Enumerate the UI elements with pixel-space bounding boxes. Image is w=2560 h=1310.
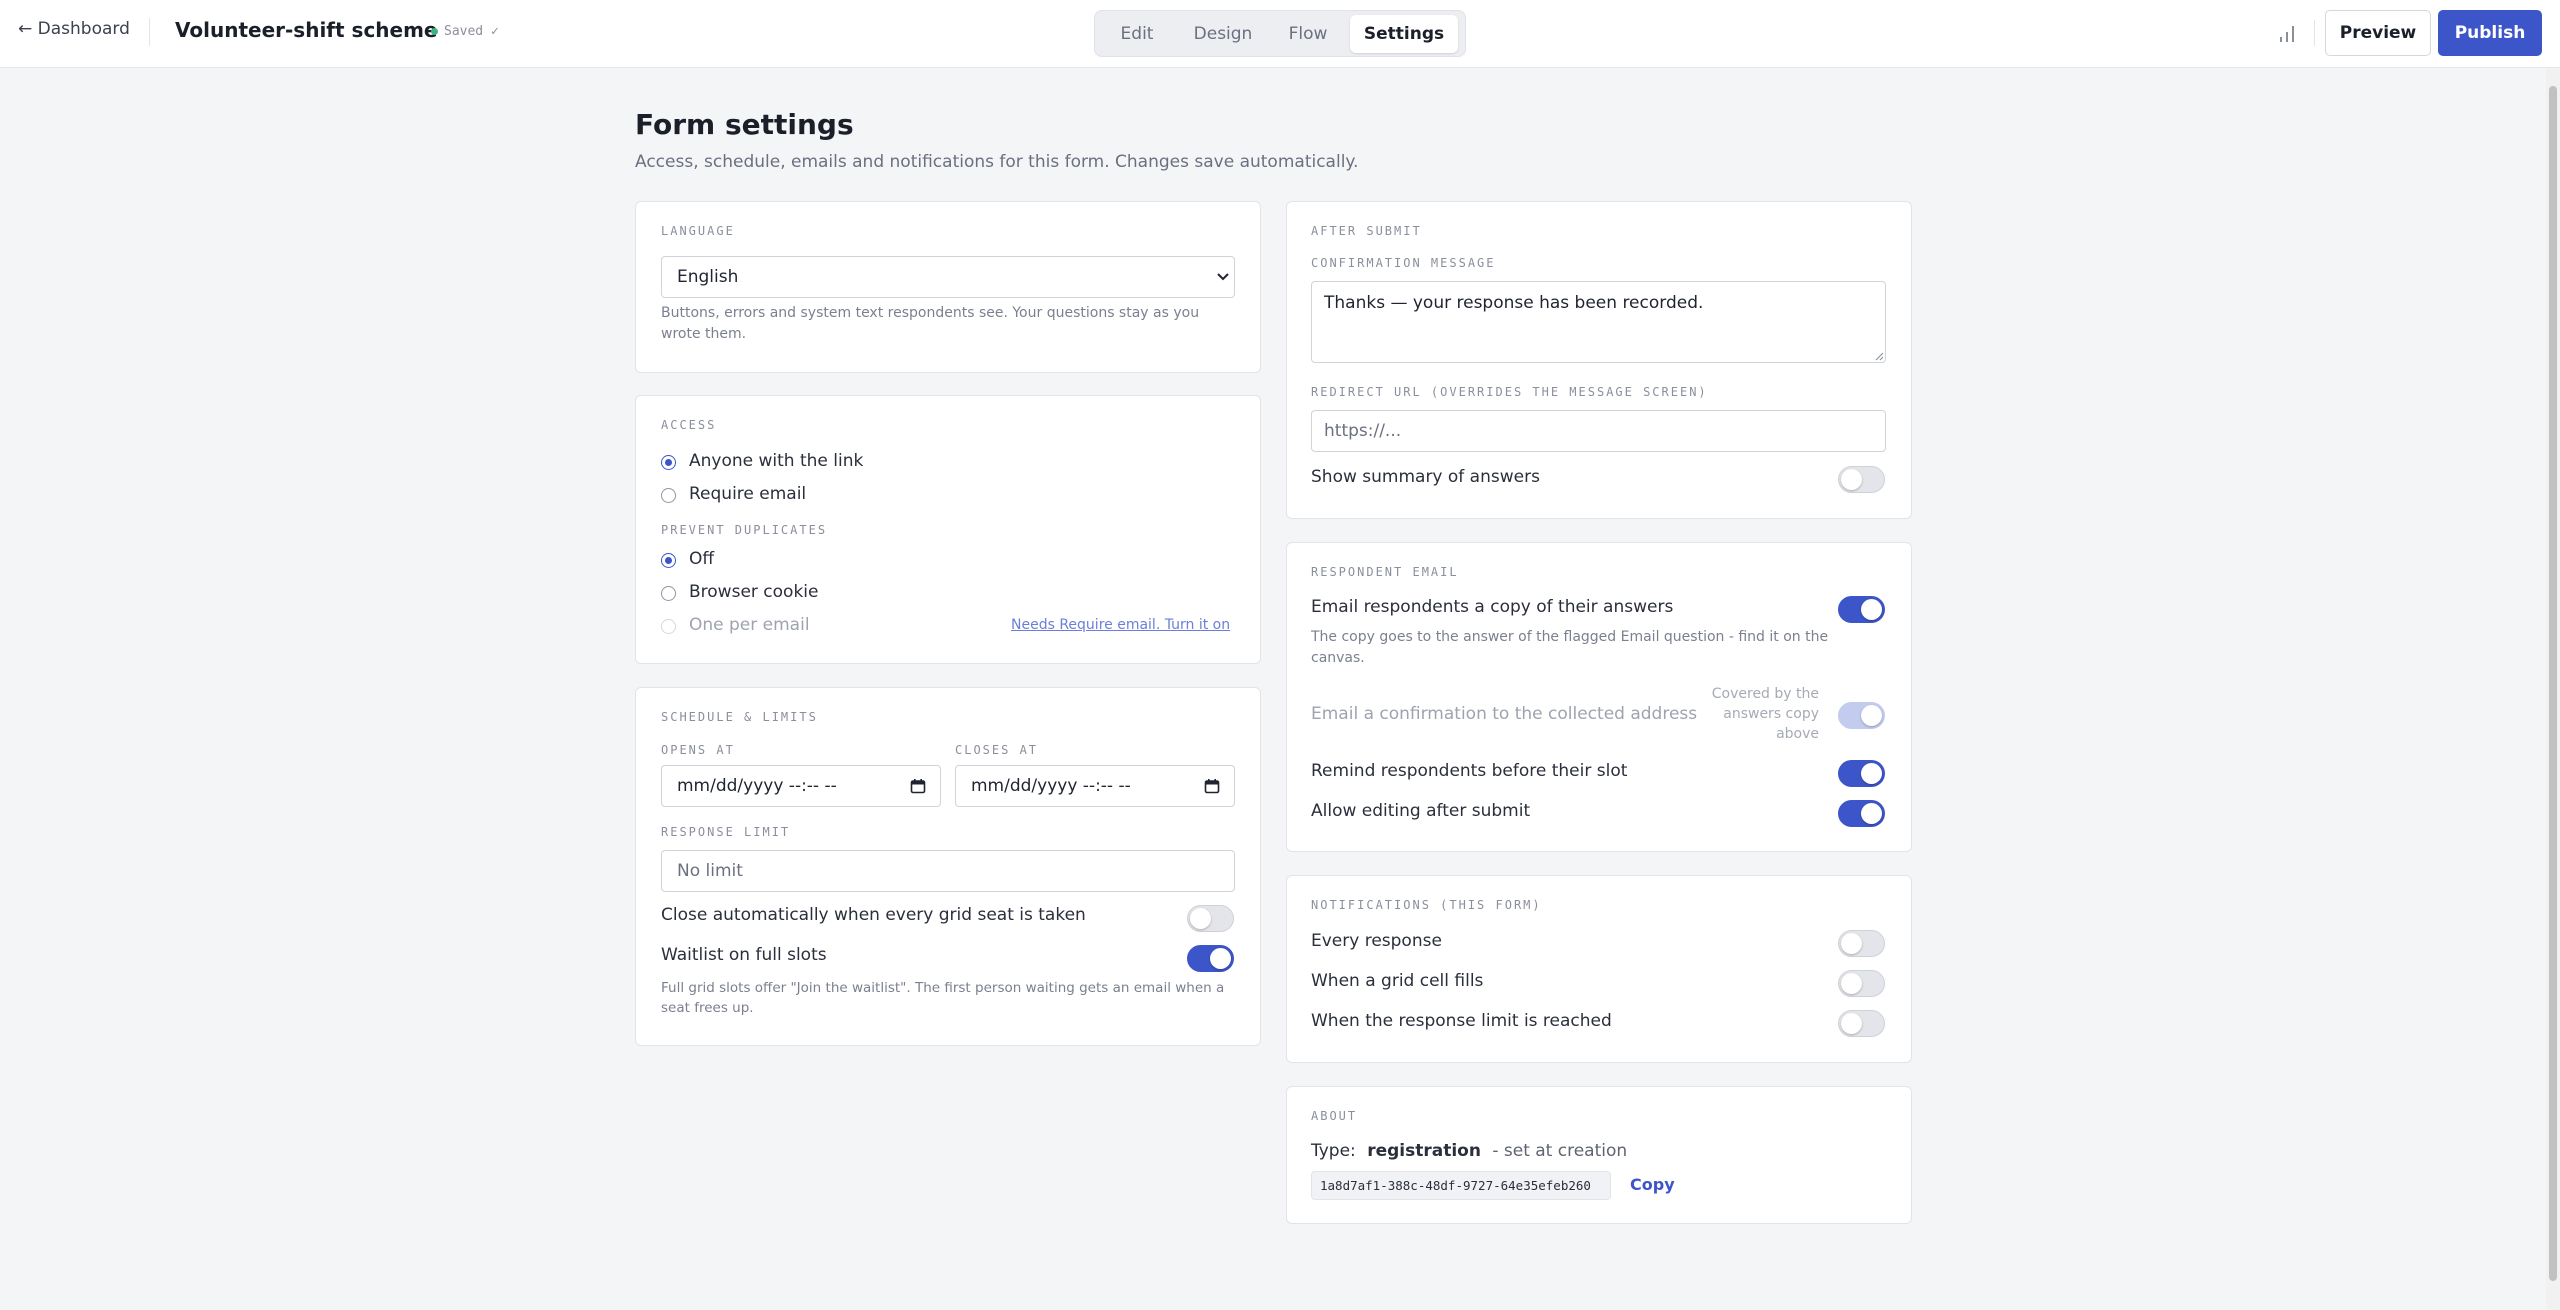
limit-reached-toggle[interactable] <box>1838 1010 1885 1037</box>
bar-chart-icon[interactable] <box>2277 22 2297 44</box>
access-card: ACCESS Anyone with the link Require emai… <box>635 395 1261 664</box>
form-title: Volunteer-shift scheme <box>175 18 438 42</box>
section-label: ACCESS <box>661 418 717 432</box>
summary-label: Show summary of answers <box>1311 467 1540 487</box>
note-line: Covered by the <box>1711 686 1819 702</box>
summary-toggle[interactable] <box>1838 466 1885 493</box>
note-line: above <box>1776 726 1819 742</box>
scrollbar-thumb[interactable] <box>2549 86 2557 1281</box>
field-label: OPENS AT <box>661 743 735 757</box>
schedule-card: SCHEDULE & LIMITS OPENS AT CLOSES AT mm/… <box>635 687 1261 1046</box>
calendar-icon[interactable] <box>910 778 926 794</box>
note-line: answers copy <box>1723 706 1819 722</box>
response-limit-input[interactable]: No limit <box>661 850 1235 892</box>
tab-edit[interactable]: Edit <box>1098 15 1176 53</box>
access-option-label: Require email <box>689 484 807 504</box>
opens-at-input[interactable]: mm/dd/yyyy --:-- -- <box>661 765 941 807</box>
form-type-line: Type: registration - set at creation <box>1311 1141 1627 1161</box>
section-label: LANGUAGE <box>661 224 735 238</box>
closes-at-value: mm/dd/yyyy --:-- -- <box>971 776 1131 796</box>
duplicate-option-label: One per email <box>689 615 810 635</box>
resize-handle-icon[interactable] <box>1874 351 1884 361</box>
confirm-collected-toggle <box>1838 702 1885 729</box>
redirect-url-placeholder: https://... <box>1324 421 1402 441</box>
top-bar: ← Dashboard Volunteer-shift scheme Saved… <box>0 0 2560 68</box>
remind-label: Remind respondents before their slot <box>1311 761 1628 781</box>
radio-duplicates-off[interactable] <box>661 553 676 568</box>
field-label: RESPONSE LIMIT <box>661 825 791 839</box>
radio-browser-cookie[interactable] <box>661 586 676 601</box>
saved-dot-icon <box>431 28 438 35</box>
opens-at-value: mm/dd/yyyy --:-- -- <box>677 776 837 796</box>
form-id: 1a8d7af1-388c-48df-9727-64e35efeb260 <box>1311 1171 1611 1200</box>
field-label: CONFIRMATION MESSAGE <box>1311 256 1496 270</box>
copy-answers-label: Email respondents a copy of their answer… <box>1311 597 1674 617</box>
section-label: ABOUT <box>1311 1109 1358 1123</box>
confirmation-message-textarea[interactable]: Thanks — your response has been recorded… <box>1311 281 1886 363</box>
copy-answers-help: The copy goes to the answer of the flagg… <box>1311 629 1829 666</box>
notification-label: When the response limit is reached <box>1311 1011 1612 1031</box>
duplicate-option-label: Browser cookie <box>689 582 819 602</box>
divider <box>149 18 150 46</box>
response-limit-placeholder: No limit <box>677 861 743 881</box>
allow-editing-toggle[interactable] <box>1838 800 1885 827</box>
calendar-icon[interactable] <box>1204 778 1220 794</box>
type-suffix: - set at creation <box>1492 1141 1628 1161</box>
language-select[interactable]: English <box>661 256 1235 298</box>
copy-id-button[interactable]: Copy <box>1630 1175 1675 1194</box>
redirect-url-input[interactable]: https://... <box>1311 410 1886 452</box>
page-title: Form settings <box>635 108 854 141</box>
closes-at-input[interactable]: mm/dd/yyyy --:-- -- <box>955 765 1235 807</box>
confirmation-message-value: Thanks — your response has been recorded… <box>1324 293 1704 313</box>
publish-button[interactable]: Publish <box>2438 10 2542 56</box>
waitlist-help: Full grid slots offer "Join the waitlist… <box>661 980 1225 1016</box>
tab-flow[interactable]: Flow <box>1270 15 1346 53</box>
saved-label: Saved ✓ <box>444 24 499 39</box>
tab-design[interactable]: Design <box>1180 15 1266 53</box>
radio-anyone-with-link[interactable] <box>661 455 676 470</box>
notifications-card: NOTIFICATIONS (THIS FORM) Every response… <box>1286 875 1912 1063</box>
waitlist-toggle[interactable] <box>1187 945 1234 972</box>
close-auto-toggle[interactable] <box>1187 905 1234 932</box>
language-select-value: English <box>677 267 739 287</box>
radio-require-email[interactable] <box>661 488 676 503</box>
saved-status: Saved ✓ <box>431 24 499 39</box>
access-option-label: Anyone with the link <box>689 451 864 471</box>
notification-label: Every response <box>1311 931 1442 951</box>
editor-tabs: Edit Design Flow Settings <box>1094 10 1466 57</box>
after-submit-card: AFTER SUBMIT CONFIRMATION MESSAGE Thanks… <box>1286 201 1912 519</box>
language-help: Buttons, errors and system text responde… <box>661 305 1200 342</box>
remind-toggle[interactable] <box>1838 760 1885 787</box>
allow-editing-label: Allow editing after submit <box>1311 801 1531 821</box>
notification-label: When a grid cell fills <box>1311 971 1484 991</box>
radio-one-per-email <box>661 619 676 634</box>
section-label: AFTER SUBMIT <box>1311 224 1422 238</box>
confirm-collected-label: Email a confirmation to the collected ad… <box>1311 704 1698 724</box>
page-subtitle: Access, schedule, emails and notificatio… <box>635 152 1359 172</box>
confirm-collected-note: Covered by the answers copy above <box>1702 684 1819 744</box>
field-label: REDIRECT URL (OVERRIDES THE MESSAGE SCRE… <box>1311 385 1708 399</box>
duplicate-option-label: Off <box>689 549 715 569</box>
section-label: SCHEDULE & LIMITS <box>661 710 818 724</box>
divider <box>2314 20 2315 46</box>
type-prefix: Type: <box>1311 1141 1356 1161</box>
section-label: PREVENT DUPLICATES <box>661 523 828 537</box>
copy-answers-toggle[interactable] <box>1838 596 1885 623</box>
every-response-toggle[interactable] <box>1838 930 1885 957</box>
type-value: registration <box>1367 1141 1481 1161</box>
respondent-email-card: RESPONDENT EMAIL Email respondents a cop… <box>1286 542 1912 852</box>
about-card: ABOUT Type: registration - set at creati… <box>1286 1086 1912 1224</box>
close-auto-label: Close automatically when every grid seat… <box>661 905 1086 925</box>
waitlist-label: Waitlist on full slots <box>661 945 827 965</box>
language-card: LANGUAGE English Buttons, errors and sys… <box>635 201 1261 373</box>
chevron-down-icon <box>1217 273 1229 281</box>
section-label: RESPONDENT EMAIL <box>1311 565 1459 579</box>
preview-button[interactable]: Preview <box>2325 10 2431 56</box>
tab-settings[interactable]: Settings <box>1350 14 1458 53</box>
back-to-dashboard-link[interactable]: ← Dashboard <box>18 19 130 39</box>
turn-on-require-email-link[interactable]: Needs Require email. Turn it on <box>1011 617 1230 633</box>
grid-cell-fills-toggle[interactable] <box>1838 970 1885 997</box>
field-label: CLOSES AT <box>955 743 1039 757</box>
section-label: NOTIFICATIONS (THIS FORM) <box>1311 898 1542 912</box>
